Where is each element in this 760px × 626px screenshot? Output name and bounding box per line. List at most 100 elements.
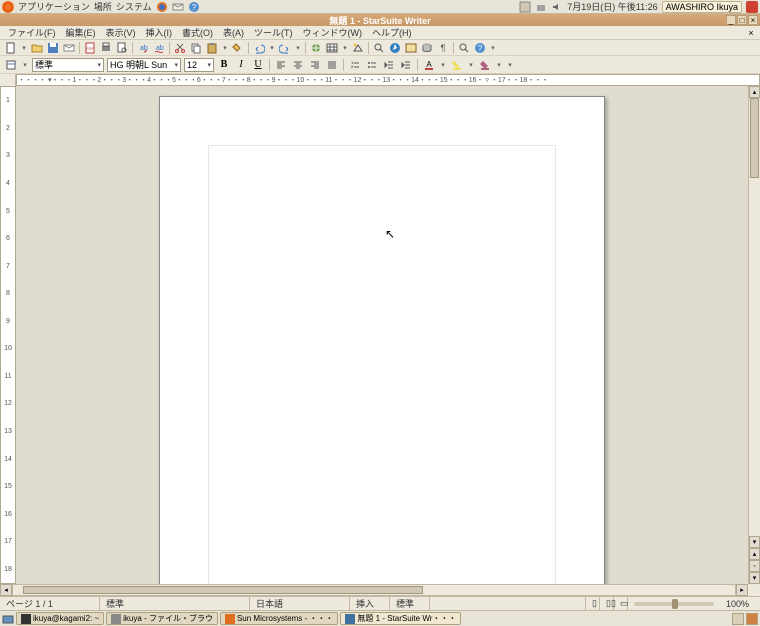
font-color-dropdown[interactable]: ▾ bbox=[439, 61, 447, 69]
cut-icon[interactable] bbox=[173, 41, 187, 55]
show-draw-icon[interactable] bbox=[351, 41, 365, 55]
font-color-icon[interactable]: A bbox=[422, 58, 436, 72]
redo-icon[interactable] bbox=[278, 41, 292, 55]
table-dropdown[interactable]: ▾ bbox=[341, 44, 349, 52]
spellcheck-icon[interactable]: ab bbox=[136, 41, 150, 55]
trash-icon[interactable] bbox=[746, 613, 758, 625]
task-terminal[interactable]: ikuya@kagami2: ~ bbox=[16, 612, 104, 625]
task-filebrowser[interactable]: ikuya - ファイル・ブラウ bbox=[106, 612, 218, 625]
tray-network-icon[interactable] bbox=[535, 1, 547, 13]
scroll-down-icon[interactable]: ▾ bbox=[749, 536, 760, 548]
gnome-applications[interactable]: アプリケーション bbox=[18, 0, 90, 13]
task-firefox[interactable]: Sun Microsystems - ・・・ bbox=[220, 612, 338, 625]
status-language[interactable]: 日本語 bbox=[250, 597, 350, 610]
styles-window-icon[interactable] bbox=[4, 58, 18, 72]
underline-button[interactable]: U bbox=[251, 58, 265, 72]
doc-close-icon[interactable]: × bbox=[746, 28, 756, 38]
paste-icon[interactable] bbox=[205, 41, 219, 55]
help-icon[interactable]: ? bbox=[188, 1, 200, 13]
align-left-icon[interactable] bbox=[274, 58, 288, 72]
decrease-indent-icon[interactable] bbox=[382, 58, 396, 72]
gnome-places[interactable]: 場所 bbox=[94, 0, 112, 13]
vertical-ruler[interactable]: 123 456 789 101112 131415 161718 bbox=[0, 86, 16, 584]
save-icon[interactable] bbox=[46, 41, 60, 55]
email-icon[interactable] bbox=[62, 41, 76, 55]
hyperlink-icon[interactable] bbox=[309, 41, 323, 55]
gallery-icon[interactable] bbox=[404, 41, 418, 55]
mail-icon[interactable] bbox=[172, 1, 184, 13]
next-page-icon[interactable]: ▾ bbox=[749, 572, 760, 584]
increase-indent-icon[interactable] bbox=[399, 58, 413, 72]
italic-button[interactable]: I bbox=[234, 58, 248, 72]
find-icon[interactable] bbox=[372, 41, 386, 55]
zoom-slider[interactable] bbox=[634, 602, 714, 606]
navigator-icon[interactable] bbox=[388, 41, 402, 55]
view-layout-multi-icon[interactable]: ▯▯ bbox=[600, 597, 614, 610]
menu-insert[interactable]: 挿入(I) bbox=[142, 26, 177, 39]
document-viewport[interactable]: ↖ bbox=[16, 86, 748, 584]
export-pdf-icon[interactable]: PDF bbox=[83, 41, 97, 55]
ubuntu-logo-icon[interactable] bbox=[2, 1, 14, 13]
task-writer[interactable]: 無題 1 - StarSuite Wr・・・ bbox=[340, 612, 461, 625]
minimize-button[interactable]: _ bbox=[726, 15, 736, 25]
format-paintbrush-icon[interactable] bbox=[231, 41, 245, 55]
print-icon[interactable] bbox=[99, 41, 113, 55]
close-button[interactable]: × bbox=[748, 15, 758, 25]
copy-icon[interactable] bbox=[189, 41, 203, 55]
gnome-system[interactable]: システム bbox=[116, 0, 152, 13]
firefox-icon[interactable] bbox=[156, 1, 168, 13]
zoom-thumb[interactable] bbox=[672, 599, 678, 609]
document-page[interactable]: ↖ bbox=[159, 96, 605, 584]
bullet-list-icon[interactable] bbox=[365, 58, 379, 72]
menu-format[interactable]: 書式(O) bbox=[178, 26, 217, 39]
gnome-user[interactable]: AWASHIRO Ikuya bbox=[662, 1, 742, 13]
font-name-combo[interactable]: HG 明朝L Sun▾ bbox=[107, 58, 181, 72]
undo-dropdown[interactable]: ▾ bbox=[268, 44, 276, 52]
nonprinting-icon[interactable]: ¶ bbox=[436, 41, 450, 55]
paragraph-style-combo[interactable]: 標準▾ bbox=[32, 58, 104, 72]
nav-icon[interactable]: ◦ bbox=[749, 560, 760, 572]
h-scroll-track[interactable] bbox=[12, 584, 736, 596]
styles-dropdown[interactable]: ▾ bbox=[21, 61, 29, 69]
menu-window[interactable]: ウィンドウ(W) bbox=[299, 26, 367, 39]
status-style[interactable]: 標準 bbox=[100, 597, 250, 610]
tray-volume-icon[interactable] bbox=[551, 1, 563, 13]
highlight-icon[interactable] bbox=[450, 58, 464, 72]
menu-file[interactable]: ファイル(F) bbox=[4, 26, 60, 39]
bg-color-dropdown[interactable]: ▾ bbox=[495, 61, 503, 69]
logout-icon[interactable] bbox=[746, 1, 758, 13]
show-desktop-icon[interactable] bbox=[2, 613, 14, 625]
undo-icon[interactable] bbox=[252, 41, 266, 55]
font-size-combo[interactable]: 12▾ bbox=[184, 58, 214, 72]
bold-button[interactable]: B bbox=[217, 58, 231, 72]
horizontal-ruler[interactable]: ・・・・ ▾・・・1・・・2・・・3・・・4・・・5・・・6・・・7・・・8・・… bbox=[16, 74, 760, 86]
status-insert[interactable]: 挿入 bbox=[350, 597, 390, 610]
toolbar-overflow[interactable]: ▾ bbox=[489, 44, 497, 52]
gnome-clock[interactable]: 7月19日(日) 午後11:26 bbox=[567, 0, 657, 13]
help-button-icon[interactable]: ? bbox=[473, 41, 487, 55]
status-zoom[interactable]: 100% bbox=[720, 597, 760, 610]
paste-dropdown[interactable]: ▾ bbox=[221, 44, 229, 52]
table-icon[interactable] bbox=[325, 41, 339, 55]
maximize-button[interactable]: □ bbox=[737, 15, 747, 25]
scroll-left-icon[interactable]: ◂ bbox=[0, 584, 12, 596]
horizontal-scrollbar[interactable]: ◂ ▸ bbox=[0, 584, 760, 596]
view-layout-single-icon[interactable]: ▯ bbox=[586, 597, 600, 610]
highlight-dropdown[interactable]: ▾ bbox=[467, 61, 475, 69]
prev-page-icon[interactable]: ▴ bbox=[749, 548, 760, 560]
open-icon[interactable] bbox=[30, 41, 44, 55]
datasources-icon[interactable] bbox=[420, 41, 434, 55]
scroll-right-icon[interactable]: ▸ bbox=[736, 584, 748, 596]
workspace-switcher[interactable] bbox=[732, 613, 744, 625]
scroll-track[interactable] bbox=[749, 98, 760, 536]
redo-dropdown[interactable]: ▾ bbox=[294, 44, 302, 52]
new-doc-dropdown[interactable]: ▾ bbox=[20, 44, 28, 52]
status-selection[interactable]: 標準 bbox=[390, 597, 430, 610]
align-right-icon[interactable] bbox=[308, 58, 322, 72]
scroll-thumb[interactable] bbox=[750, 98, 759, 178]
bg-color-icon[interactable] bbox=[478, 58, 492, 72]
new-doc-icon[interactable] bbox=[4, 41, 18, 55]
tray-icon-1[interactable] bbox=[519, 1, 531, 13]
menu-help[interactable]: ヘルプ(H) bbox=[368, 26, 416, 39]
menu-view[interactable]: 表示(V) bbox=[102, 26, 140, 39]
